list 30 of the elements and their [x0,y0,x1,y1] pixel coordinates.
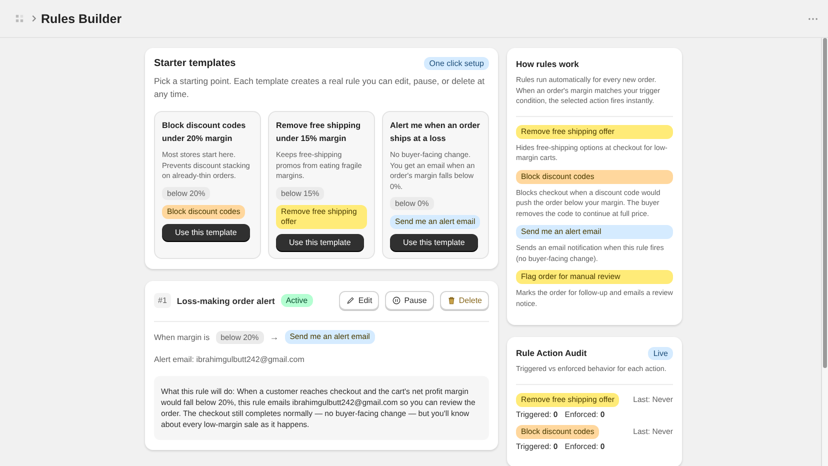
edit-button[interactable]: Edit [339,291,380,310]
card-title: How rules work [516,58,580,71]
pencil-icon [346,296,356,306]
template-title: Alert me when an order ships at a loss [390,120,481,145]
use-template-button[interactable]: Use this template [390,234,478,252]
condition-label: When margin is [154,332,210,342]
setup-badge: One click setup [424,57,489,70]
rule-number: #1 [154,293,171,308]
chevron-icon [31,14,37,23]
rule-name: Loss-making order alert [176,296,275,306]
alert-email-text: Alert email: ibrahimgulbutt242@gmail.com [154,355,306,364]
template-title: Block discount codes under 20% margin [162,120,247,145]
scrollbar[interactable] [821,38,828,466]
use-template-button[interactable]: Use this template [162,224,250,241]
pause-icon [392,296,402,306]
live-badge: Live [648,346,673,360]
pause-button[interactable]: Pause [385,291,434,310]
delete-button[interactable]: Delete [440,291,489,310]
trash-icon [446,296,456,306]
apps-icon [15,14,24,23]
template-title: Remove free shipping under 15% margin [276,120,362,145]
scrollbar-thumb[interactable] [823,38,827,368]
more-icon[interactable] [808,16,818,20]
use-template-button[interactable]: Use this template [276,234,364,251]
page-title: Rules Builder [41,12,122,26]
card-title: Starter templates [154,58,236,69]
card-title: Rule Action Audit [516,347,587,360]
arrow-icon: → [270,332,279,342]
status-badge: Active [280,294,313,308]
card-description: Pick a starting point. Each template creates a real rule you can edit, pause, or delete at any time. [154,75,486,101]
